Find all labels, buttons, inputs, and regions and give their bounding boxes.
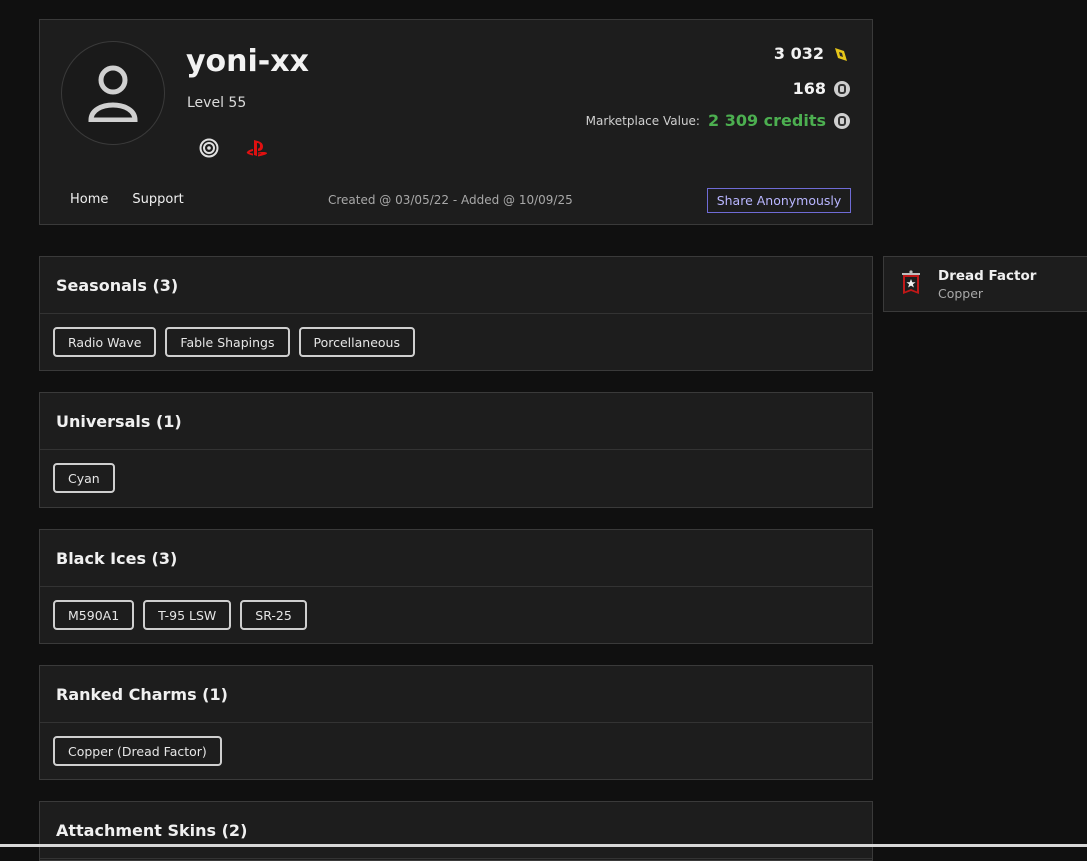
item-chip[interactable]: Copper (Dread Factor) bbox=[53, 736, 222, 766]
rank-banner-icon bbox=[902, 270, 920, 294]
player-level: Level 55 bbox=[187, 95, 247, 111]
credits-icon bbox=[834, 112, 850, 129]
section-title: Attachment Skins (2) bbox=[40, 802, 872, 859]
credits-stat: 168 bbox=[793, 79, 850, 98]
item-chip[interactable]: SR-25 bbox=[240, 600, 307, 630]
credits-icon bbox=[834, 80, 850, 97]
marketplace-value: 2 309 credits bbox=[707, 111, 826, 130]
item-chip[interactable]: Fable Shapings bbox=[165, 327, 290, 357]
section-seasonals: Seasonals (3) Radio Wave Fable Shapings … bbox=[39, 256, 873, 371]
renown-value: 3 032 bbox=[773, 44, 824, 63]
section-ranked-charms: Ranked Charms (1) Copper (Dread Factor) bbox=[39, 665, 873, 780]
rank-tier: Copper bbox=[938, 286, 984, 301]
section-title: Black Ices (3) bbox=[40, 530, 872, 587]
nav-support[interactable]: Support bbox=[132, 192, 183, 207]
item-chip[interactable]: T-95 LSW bbox=[143, 600, 232, 630]
nav-home[interactable]: Home bbox=[70, 192, 108, 207]
item-chip[interactable]: Radio Wave bbox=[53, 327, 157, 357]
credits-value: 168 bbox=[792, 79, 826, 98]
item-chip[interactable]: M590A1 bbox=[53, 600, 135, 630]
section-universals: Universals (1) Cyan bbox=[39, 392, 873, 508]
avatar bbox=[61, 41, 165, 145]
section-title: Ranked Charms (1) bbox=[40, 666, 872, 723]
username: yoni-xx bbox=[186, 44, 309, 79]
section-attachment-skins: Attachment Skins (2) bbox=[39, 801, 873, 861]
rank-name: Dread Factor bbox=[938, 268, 1037, 284]
created-date: Created @ 03/05/22 - Added @ 10/09/25 bbox=[328, 193, 573, 207]
share-anonymously-button[interactable]: Share Anonymously bbox=[707, 188, 851, 213]
playstation-icon[interactable] bbox=[246, 138, 268, 158]
marketplace-label: Marketplace Value: bbox=[585, 113, 700, 128]
user-icon bbox=[88, 65, 138, 122]
renown-icon bbox=[835, 47, 847, 61]
item-chip[interactable]: Porcellaneous bbox=[298, 327, 415, 357]
section-black-ices: Black Ices (3) M590A1 T-95 LSW SR-25 bbox=[39, 529, 873, 644]
marketplace-stat: Marketplace Value: 2 309 credits bbox=[586, 111, 850, 130]
profile-nav: Home Support bbox=[70, 192, 184, 207]
profile-card: yoni-xx Level 55 3 032 168 Marketplace V… bbox=[39, 19, 873, 225]
rank-card[interactable]: Dread Factor Copper bbox=[883, 256, 1087, 312]
renown-stat: 3 032 bbox=[774, 44, 850, 63]
ubisoft-icon[interactable] bbox=[199, 138, 219, 158]
item-chip[interactable]: Cyan bbox=[53, 463, 115, 493]
section-title: Seasonals (3) bbox=[40, 257, 872, 314]
section-title: Universals (1) bbox=[40, 393, 872, 450]
